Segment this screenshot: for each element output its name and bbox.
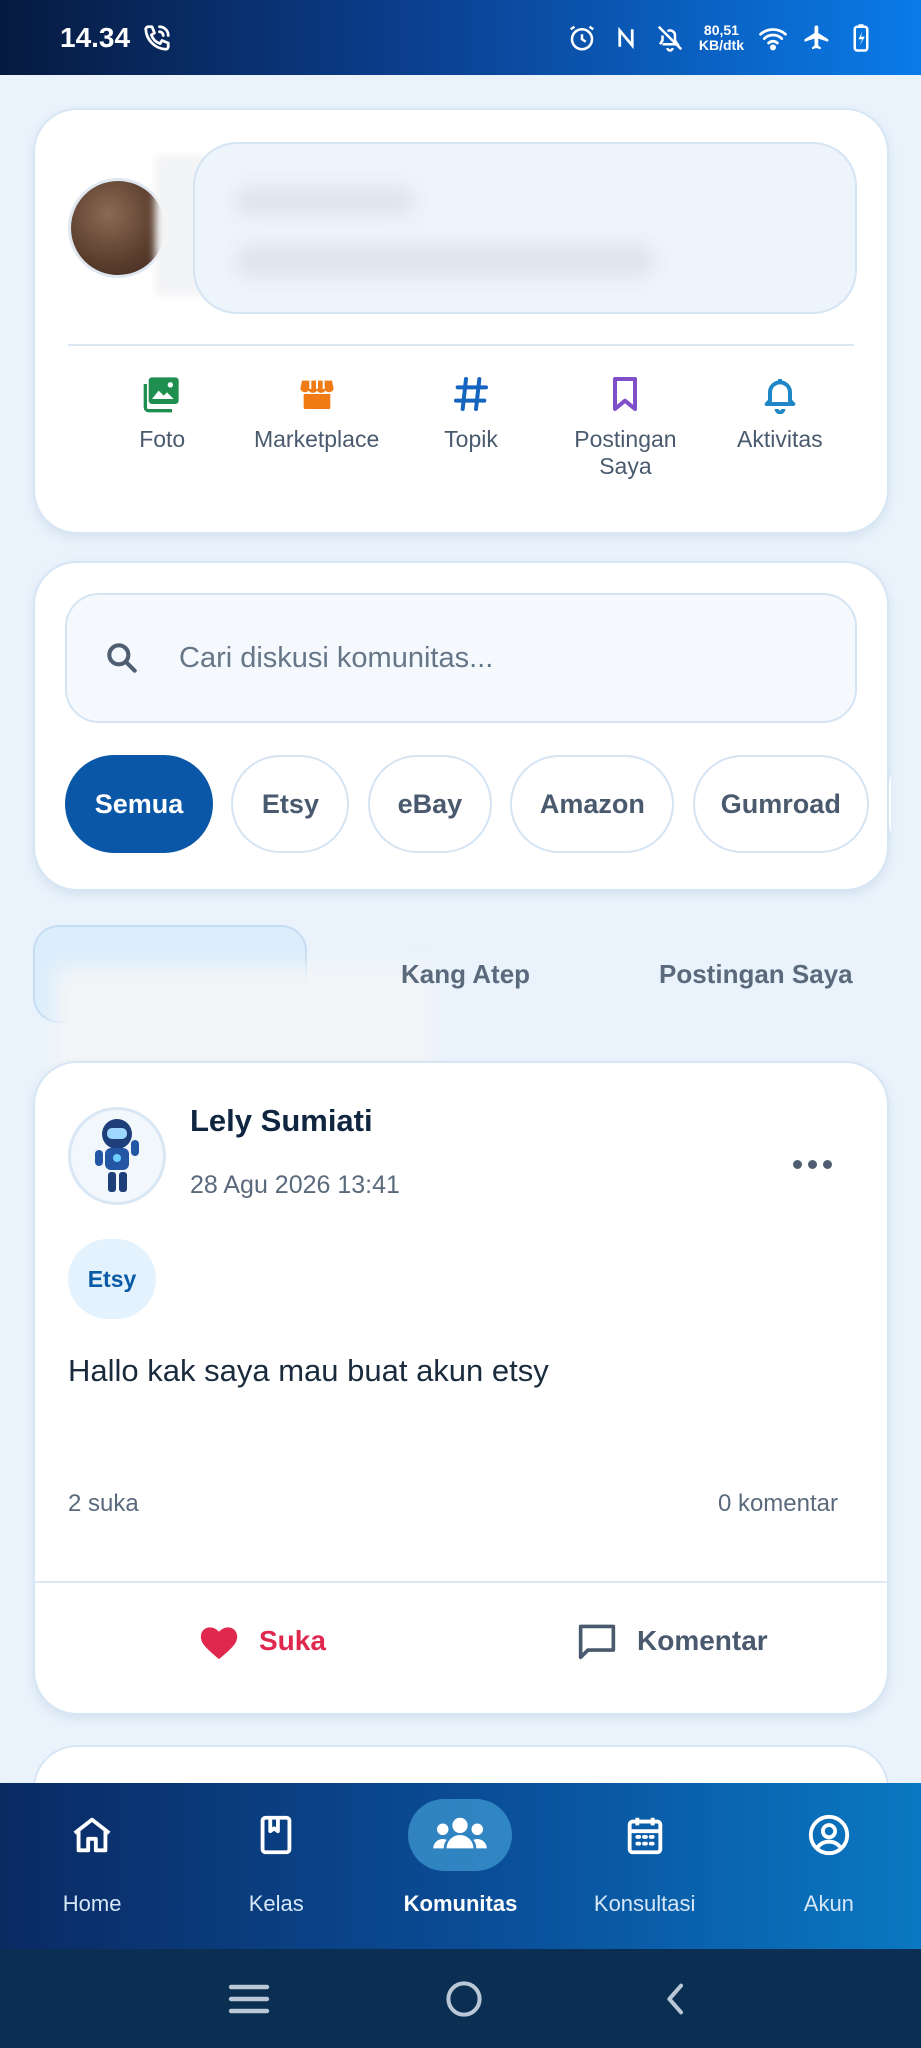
nav-konsultasi[interactable]: Konsultasi <box>557 1783 733 1917</box>
comment-count: 0 komentar <box>717 1490 838 1517</box>
status-bar: 14.34 80,51 KB/dtk <box>0 0 921 75</box>
phone-call-icon <box>144 24 170 51</box>
search-icon <box>107 643 137 673</box>
book-icon <box>224 1799 328 1871</box>
heart-icon <box>200 1627 238 1660</box>
post-composer-card: Foto Marketplace Topik Postingan Saya Ak… <box>33 108 889 534</box>
like-button[interactable]: Suka <box>197 1621 326 1661</box>
post-tag[interactable]: Etsy <box>68 1239 156 1319</box>
network-speed: 80,51 KB/dtk <box>698 21 744 53</box>
comment-button[interactable]: Komentar <box>575 1621 768 1661</box>
bell-icon <box>758 372 802 416</box>
home-circle-icon[interactable] <box>442 1977 486 2021</box>
more-options-icon[interactable] <box>793 1149 841 1179</box>
back-icon[interactable] <box>656 1977 696 2021</box>
post-author[interactable]: Lely Sumiati <box>190 1103 373 1139</box>
tab-postingan-saya[interactable]: Postingan Saya <box>659 959 853 990</box>
quick-action-label: Topik <box>444 426 498 452</box>
comment-label: Komentar <box>637 1625 768 1656</box>
alarm-icon <box>569 25 594 50</box>
quick-action-topik[interactable]: Topik <box>394 372 548 480</box>
divider <box>35 1581 887 1583</box>
category-chips: Semua Etsy eBay Amazon Gumroad <box>65 755 891 855</box>
quick-action-marketplace[interactable]: Marketplace <box>239 372 393 480</box>
chip-semua[interactable]: Semua <box>65 755 213 853</box>
search-box[interactable] <box>65 593 857 723</box>
nfc-icon <box>618 26 634 49</box>
feed-tabs: Kang Atep Postingan Saya <box>33 925 889 1117</box>
quick-action-label: Postingan Saya <box>574 426 677 479</box>
post-date: 28 Agu 2026 13:41 <box>190 1171 400 1199</box>
quick-action-label: Aktivitas <box>737 426 823 452</box>
user-circle-icon <box>777 1799 881 1871</box>
store-icon <box>295 372 339 416</box>
post-card: Lely Sumiati 28 Agu 2026 13:41 Etsy Hall… <box>33 1061 889 1715</box>
status-time: 14.34 <box>60 21 131 53</box>
nav-home[interactable]: Home <box>4 1783 180 1917</box>
tab-kang-atep[interactable]: Kang Atep <box>401 959 530 990</box>
chip-amazon[interactable]: Amazon <box>510 755 675 853</box>
post-text: Hallo kak saya mau buat akun etsy <box>68 1353 549 1388</box>
like-label: Suka <box>259 1625 326 1656</box>
robot-icon <box>95 1119 139 1192</box>
home-icon <box>40 1799 144 1871</box>
comment-icon <box>578 1624 616 1660</box>
quick-action-label: Foto <box>139 426 186 452</box>
users-icon <box>408 1799 513 1871</box>
net-speed-value: 80,51 <box>703 21 739 38</box>
nav-label: Konsultasi <box>593 1891 696 1916</box>
avatar[interactable] <box>68 1107 166 1205</box>
quick-action-label: Marketplace <box>253 426 380 452</box>
nav-kelas[interactable]: Kelas <box>188 1783 364 1917</box>
nav-akun[interactable]: Akun <box>741 1783 917 1917</box>
nav-label: Komunitas <box>403 1891 518 1916</box>
chip-partial[interactable] <box>887 755 891 853</box>
hashtag-icon <box>449 372 493 416</box>
wifi-icon <box>759 27 787 50</box>
quick-actions: Foto Marketplace Topik Postingan Saya Ak… <box>85 372 857 480</box>
net-speed-unit: KB/dtk <box>698 36 744 53</box>
airplane-icon <box>804 25 829 49</box>
menu-icon[interactable] <box>225 1979 273 2019</box>
like-count: 2 suka <box>68 1490 139 1517</box>
bell-off-icon <box>657 25 683 52</box>
avatar[interactable] <box>68 178 168 278</box>
nav-label: Kelas <box>248 1891 304 1916</box>
image-icon <box>140 372 184 416</box>
composer-input[interactable] <box>193 142 857 314</box>
nav-komunitas[interactable]: Komunitas <box>372 1783 548 1917</box>
chip-ebay[interactable]: eBay <box>367 755 492 853</box>
chip-etsy[interactable]: Etsy <box>231 755 350 853</box>
system-navigation-bar <box>0 1949 921 2048</box>
chip-gumroad[interactable]: Gumroad <box>692 755 869 853</box>
battery-charging-icon <box>853 23 869 52</box>
nav-label: Home <box>62 1891 122 1916</box>
calendar-icon <box>593 1799 697 1871</box>
search-input[interactable] <box>179 641 779 675</box>
nav-label: Akun <box>803 1891 854 1916</box>
quick-action-foto[interactable]: Foto <box>85 372 239 480</box>
search-card: Semua Etsy eBay Amazon Gumroad <box>33 561 891 891</box>
quick-action-aktivitas[interactable]: Aktivitas <box>703 372 857 480</box>
bookmark-icon <box>603 372 647 416</box>
bottom-navigation: Home Kelas Komunitas Konsultasi Akun <box>0 1783 921 1949</box>
quick-action-postingan-saya[interactable]: Postingan Saya <box>548 372 702 480</box>
divider <box>68 344 854 346</box>
